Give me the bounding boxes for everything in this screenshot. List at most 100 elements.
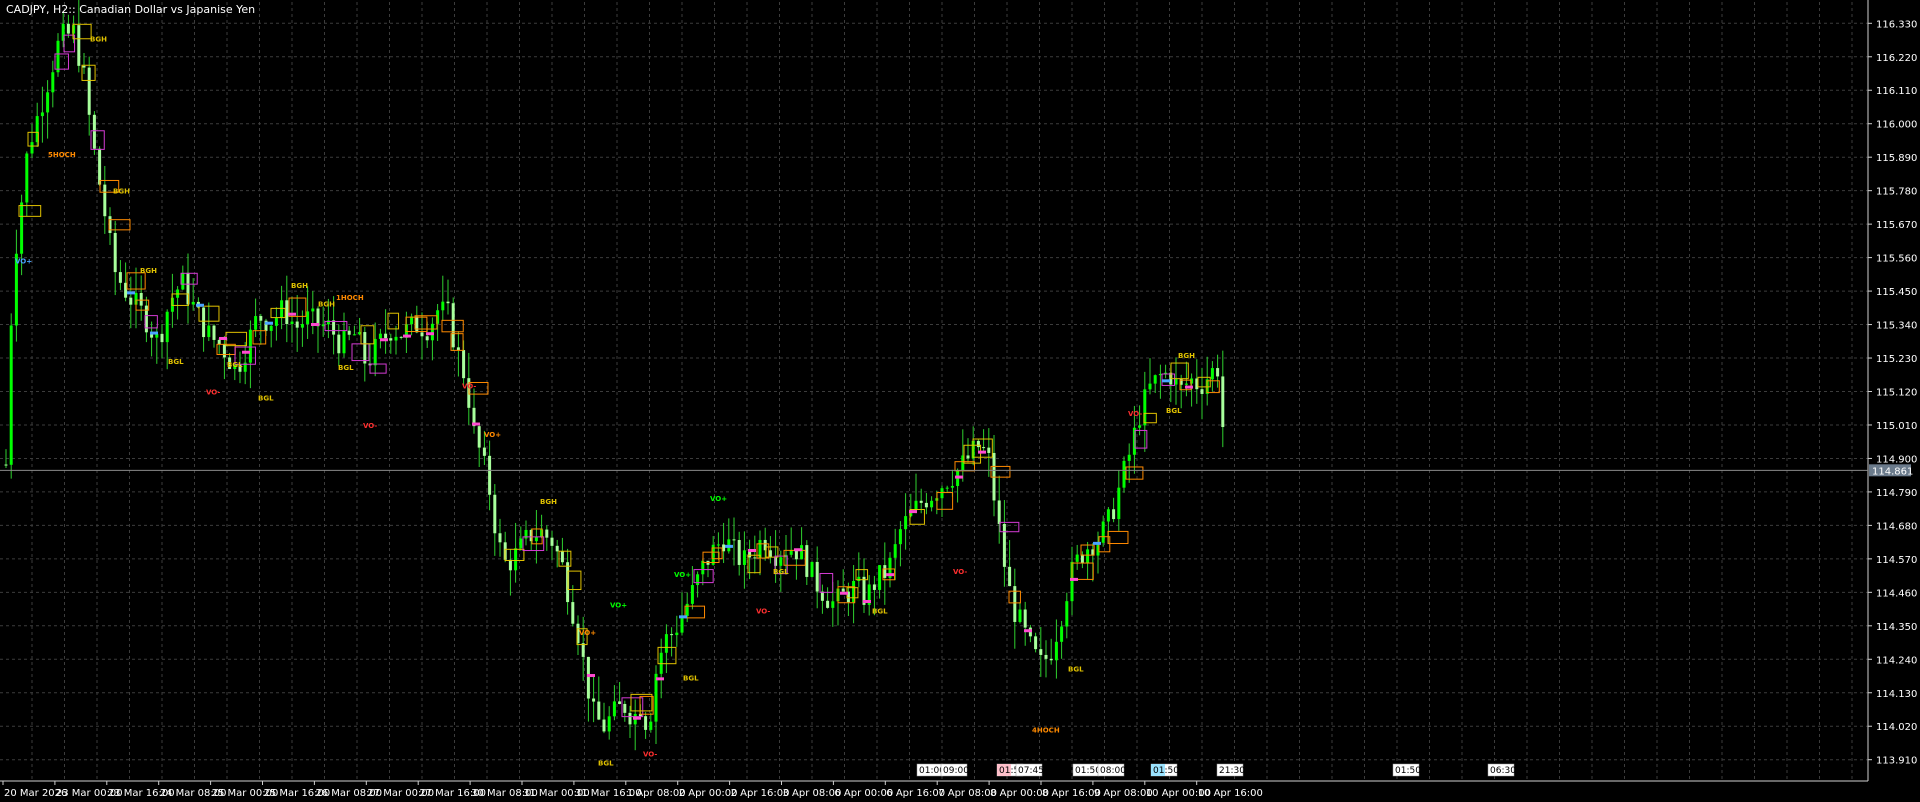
candle-body: [4, 464, 8, 466]
candle-body: [207, 325, 211, 338]
session-time-tag: 21:30: [1216, 763, 1245, 777]
candle-body: [1039, 649, 1043, 655]
candle-body: [66, 23, 70, 34]
signal-label: VO-: [1128, 410, 1142, 418]
candle-body: [451, 303, 455, 348]
candle-body: [794, 550, 798, 560]
y-tick-label: 115.780: [1876, 187, 1917, 198]
signal-marker: [1024, 629, 1032, 633]
signal-marker: [426, 332, 434, 336]
candle-body: [482, 447, 486, 456]
candle-body: [425, 336, 429, 341]
candle-body: [924, 502, 928, 508]
candle-body: [1148, 383, 1152, 390]
signal-marker: [955, 475, 963, 479]
chart-background: [0, 0, 1920, 802]
candle-body: [25, 153, 29, 203]
candle-body: [295, 321, 299, 328]
candle-body: [1221, 376, 1225, 428]
candle-body: [716, 544, 720, 546]
signal-marker: [219, 336, 227, 340]
candle-body: [129, 297, 133, 305]
candle-body: [30, 142, 34, 154]
candle-body: [82, 65, 86, 68]
signal-marker: [886, 573, 894, 577]
candle-body: [285, 300, 289, 324]
candle-body: [883, 565, 887, 578]
session-time-tag: 01:50: [1072, 763, 1101, 777]
candle-body: [914, 500, 918, 511]
candle-body: [186, 272, 190, 305]
candle-body: [519, 538, 523, 549]
signal-label: VO-: [953, 568, 967, 576]
candle-body: [654, 673, 658, 722]
candle-body: [555, 545, 559, 552]
y-tick-label: 114.460: [1876, 588, 1917, 599]
candle-body: [742, 550, 746, 565]
y-tick-label: 114.570: [1876, 555, 1917, 566]
candle-body: [306, 311, 310, 325]
candle-body: [446, 301, 450, 304]
candle-body: [1216, 368, 1220, 377]
session-time-tag: 07:45: [1015, 763, 1044, 777]
candle-body: [300, 324, 304, 328]
session-time-tag: 09:00: [940, 763, 969, 777]
candle-body: [477, 426, 481, 448]
candle-body: [1184, 383, 1188, 385]
candle-body: [87, 67, 91, 115]
candle-body: [415, 316, 419, 333]
candle-body: [612, 701, 616, 717]
candle-body: [77, 25, 81, 66]
time-tag-text: 09:00: [943, 766, 969, 776]
signal-marker: [978, 450, 986, 454]
time-tag-text: 07:45: [1018, 766, 1044, 776]
y-tick-label: 116.220: [1876, 53, 1917, 64]
signal-label: BGH: [291, 282, 308, 290]
candle-body: [982, 447, 986, 449]
time-tag-text: 21:30: [1219, 766, 1245, 776]
candle-body: [92, 114, 96, 149]
y-tick-label: 115.890: [1876, 153, 1917, 164]
candle-body: [46, 92, 50, 113]
candle-body: [118, 272, 122, 283]
candle-body: [269, 325, 273, 331]
candle-body: [872, 584, 876, 590]
candle-body: [898, 529, 902, 545]
candle-body: [1049, 658, 1053, 661]
signal-marker: [150, 331, 158, 335]
candle-body: [384, 333, 388, 339]
x-tick-label: 7 Apr 08:00: [938, 788, 997, 799]
price-chart[interactable]: 116.330 116.220 116.110 116.000 115.890 115.7…: [0, 0, 1920, 802]
signal-label: BGH: [140, 267, 157, 275]
signal-label: VO-: [756, 608, 770, 616]
candle-body: [98, 148, 102, 185]
signal-marker: [472, 422, 480, 426]
signal-label: 5HOCH: [48, 151, 76, 159]
candle-body: [488, 455, 492, 495]
candle-body: [462, 350, 466, 379]
candle-body: [20, 202, 24, 254]
candle-body: [737, 540, 741, 565]
signal-label: VO+: [15, 258, 32, 266]
candle-body: [399, 336, 403, 338]
signal-marker: [840, 591, 848, 595]
session-time-tag: 06:30: [1487, 763, 1516, 777]
y-tick-label: 114.900: [1876, 454, 1917, 465]
candle-body: [311, 308, 315, 312]
candle-body: [280, 300, 284, 318]
signal-label: VO+: [674, 571, 691, 579]
signal-label: BGL: [227, 361, 243, 369]
chart-window[interactable]: 116.330 116.220 116.110 116.000 115.890 115.7…: [0, 0, 1920, 802]
candle-body: [592, 698, 596, 702]
x-tick-label: 10 Apr 16:00: [1198, 788, 1263, 799]
candle-body: [1086, 549, 1090, 564]
y-tick-label: 114.350: [1876, 622, 1917, 633]
candle-body: [1122, 460, 1126, 488]
candle-body: [1138, 425, 1142, 428]
candle-body: [1054, 641, 1058, 661]
candle-body: [493, 494, 497, 534]
signal-marker: [909, 510, 917, 514]
candle-body: [618, 701, 622, 704]
candle-body: [160, 333, 164, 343]
candle-body: [976, 440, 980, 448]
